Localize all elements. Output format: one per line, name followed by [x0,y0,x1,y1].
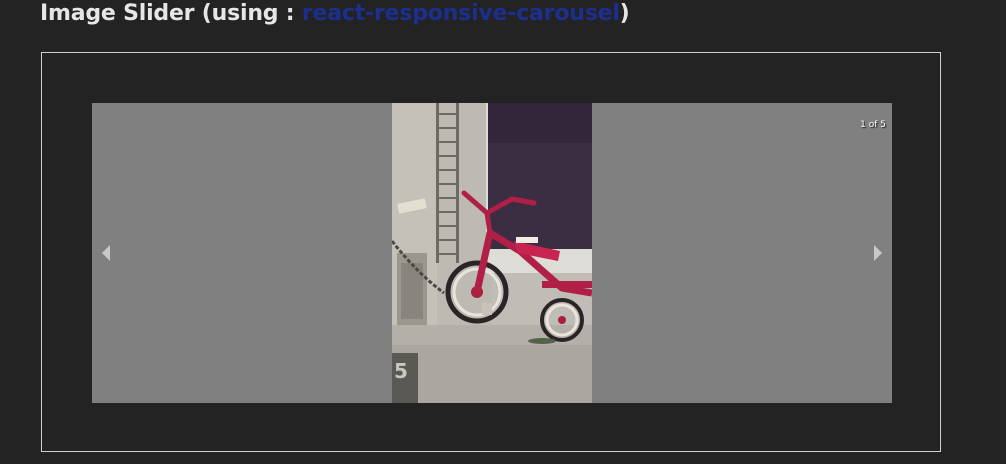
slide-counter: 1 of 5 [860,120,886,130]
title-suffix: ) [619,1,630,26]
title-prefix: Image Slider (using : [40,1,302,26]
page-title: Image Slider (using : react-responsive-c… [40,0,630,31]
tricycle-photo: 5 [392,103,592,403]
curb-number: 5 [394,359,408,383]
chevron-right-icon[interactable] [874,245,882,261]
chevron-left-icon[interactable] [102,245,110,261]
image-carousel[interactable]: 5 1 of 5 [92,103,892,403]
library-link[interactable]: react-responsive-carousel [302,1,620,26]
carousel-slide[interactable]: 5 [392,103,592,403]
